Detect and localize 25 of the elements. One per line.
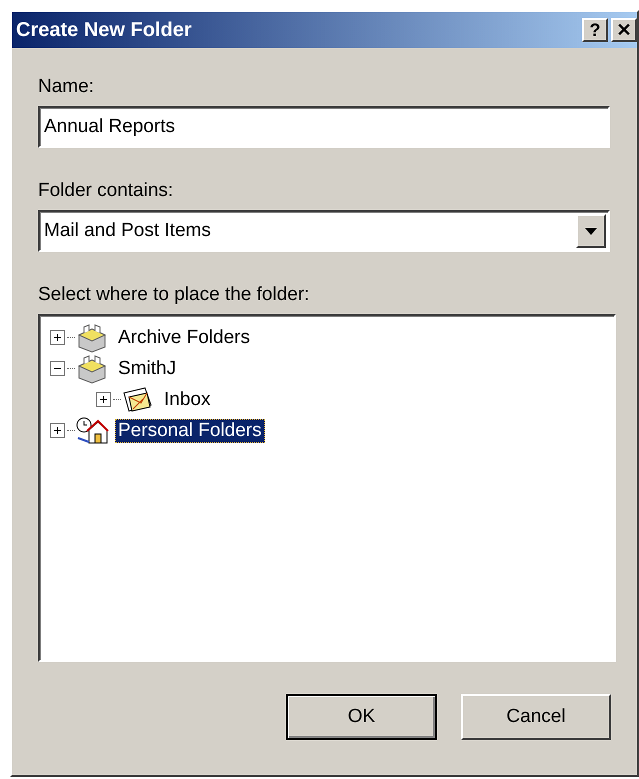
caret-icon — [585, 228, 597, 234]
plus-icon — [99, 395, 108, 404]
field-label: Name: — [38, 76, 95, 98]
expand-toggle[interactable] — [50, 423, 65, 438]
cancel-button[interactable]: Cancel — [461, 694, 611, 740]
ok-button[interactable]: OK — [286, 694, 437, 740]
house-icon — [75, 416, 109, 446]
close-button[interactable]: ✕ — [611, 18, 637, 42]
tree-item[interactable]: SmithJ — [115, 356, 180, 380]
collapse-toggle[interactable] — [50, 361, 65, 376]
expand-toggle[interactable] — [96, 392, 111, 407]
field-label: Folder contains: — [38, 180, 174, 202]
plus-icon — [53, 333, 62, 342]
name-field[interactable]: Annual Reports — [38, 106, 610, 148]
field-label: Select where to place the folder: — [38, 284, 310, 306]
tree-item[interactable]: Personal Folders — [115, 418, 265, 442]
tree-item[interactable]: Inbox — [161, 388, 214, 412]
dropdown-button[interactable] — [576, 214, 606, 248]
folder-type-dropdown[interactable]: Mail and Post Items — [38, 210, 610, 252]
expand-toggle[interactable] — [50, 330, 65, 345]
tree-item[interactable]: Archive Folders — [115, 326, 253, 350]
window-title: Create New Folder — [16, 18, 193, 42]
dropdown-value: Mail and Post Items — [44, 220, 211, 242]
help-button[interactable]: ? — [582, 18, 608, 42]
plus-icon — [53, 426, 62, 435]
